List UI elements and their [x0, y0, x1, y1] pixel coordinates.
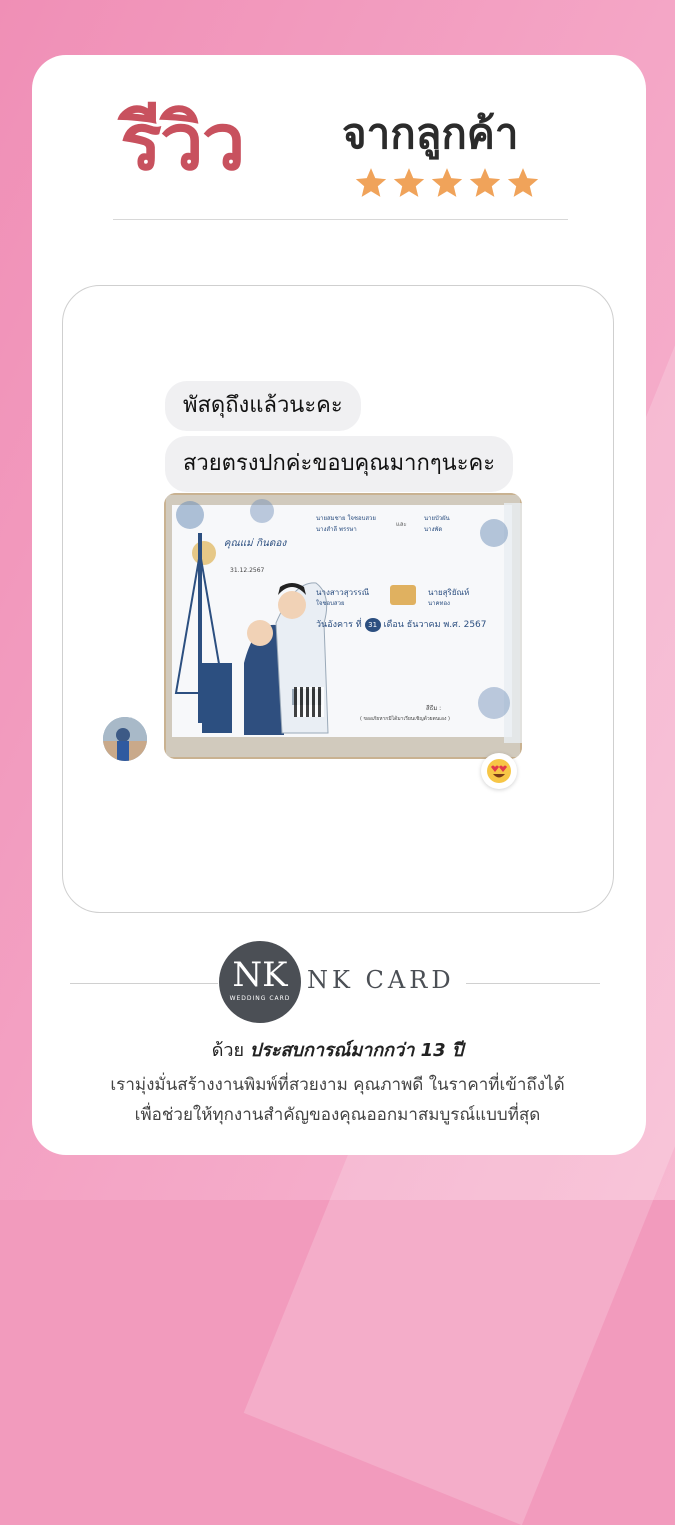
- nk-logo: NK WEDDING CARD: [219, 941, 301, 1023]
- title-sub: จากลูกค้า: [342, 109, 519, 158]
- star-icon: [469, 168, 501, 197]
- chat-message: พัสดุถึงแล้วนะคะ: [165, 381, 361, 431]
- card-parents-right: นายบัวผัน นางพัด: [424, 515, 450, 533]
- card-and: และ: [396, 521, 407, 528]
- star-icon: [431, 168, 463, 197]
- card-footer-note: ( ขออภัยหากมิได้มาเรียนเชิญด้วยตนเอง ): [360, 716, 450, 722]
- chat-photo[interactable]: คุณแม่ กินดอง 31.12.2567 นายสมชาย ใจชอบส…: [164, 493, 522, 759]
- avatar-photo: [103, 717, 147, 761]
- review-heading: รีวิว จากลูกค้า: [84, 84, 564, 204]
- star-icon: [393, 168, 425, 197]
- card-emblem: [390, 585, 416, 605]
- heart-eyes-emoji-icon: [487, 759, 511, 783]
- brand-divider-left: [70, 983, 218, 984]
- card-parents-left: นายสมชาย ใจชอบสวย นางสำลี พรรษา: [316, 515, 376, 533]
- chat-screenshot: พัสดุถึงแล้วนะคะ สวยตรงปกค่ะขอบคุณมากๆนะ…: [62, 285, 614, 913]
- logo-subtitle: WEDDING CARD: [229, 995, 291, 1002]
- logo-letters: NK: [232, 955, 288, 995]
- card-cover-date: 31.12.2567: [230, 567, 265, 574]
- brand-divider-right: [466, 983, 600, 984]
- card-groom: นายสุริยัณห์ นาคทอง: [428, 588, 470, 607]
- experience-line: ด้วย ประสบการณ์มากกว่า 13 ปี: [0, 1035, 675, 1064]
- qr-code: [294, 687, 324, 717]
- chat-message: สวยตรงปกค่ะขอบคุณมากๆนะคะ: [165, 436, 514, 492]
- card-bride: นางสาวสุวรรณี ใจชอบสวย: [316, 588, 370, 607]
- star-icon: [507, 168, 539, 197]
- rating-stars: [354, 166, 540, 206]
- tagline-1: เรามุ่งมั่นสร้างงานพิมพ์ที่สวยงาม คุณภาพ…: [110, 1075, 565, 1095]
- card-cover-title: คุณแม่ กินดอง: [223, 538, 287, 549]
- title-main: รีวิว: [120, 98, 245, 188]
- brand-name: NK CARD: [307, 966, 455, 994]
- card-color-label: สีธีม :: [426, 705, 442, 712]
- heading-divider: [113, 219, 568, 220]
- card-date: วันอังคาร ที่ 31 เดือน ธันวาคม พ.ศ. 2567: [316, 618, 487, 632]
- reaction-badge[interactable]: [481, 753, 517, 789]
- experience-prefix: ด้วย: [211, 1040, 245, 1061]
- sender-avatar[interactable]: [103, 717, 147, 761]
- experience-highlight: ประสบการณ์มากกว่า 13 ปี: [249, 1040, 464, 1061]
- tagline-2: เพื่อช่วยให้ทุกงานสำคัญของคุณออกมาสมบูรณ…: [134, 1105, 541, 1125]
- star-icon: [355, 168, 387, 197]
